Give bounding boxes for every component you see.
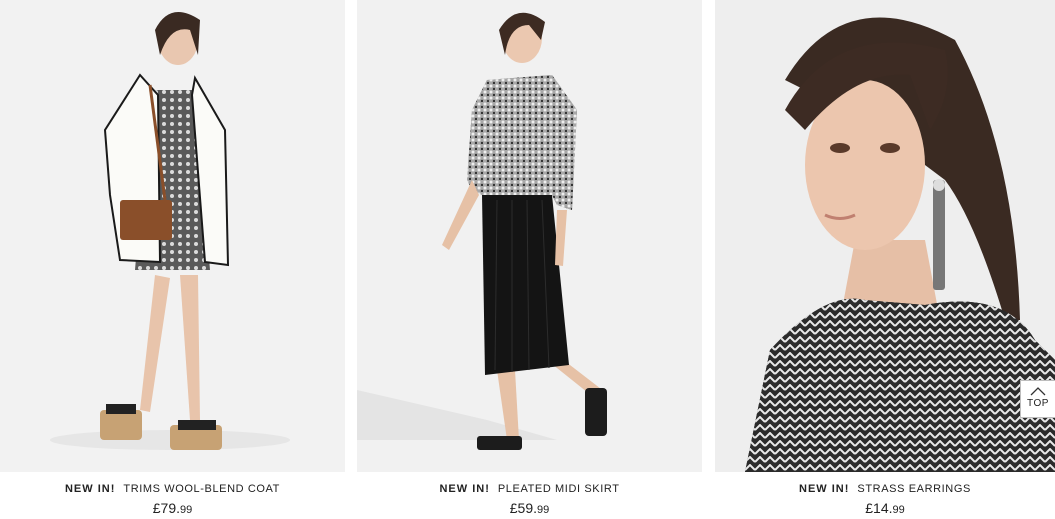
price-main: £59.: [509, 500, 537, 516]
scroll-to-top-button[interactable]: TOP: [1020, 380, 1055, 418]
price-cents: 99: [537, 504, 550, 516]
product-title[interactable]: NEW IN! PLEATED MIDI SKIRT: [357, 483, 702, 496]
price-cents: 99: [892, 504, 905, 516]
product-card[interactable]: NEW IN! STRASS EARRINGS £14.99: [715, 0, 1055, 519]
product-image[interactable]: [357, 0, 702, 472]
product-price: £59.99: [357, 499, 702, 519]
product-card[interactable]: NEW IN! PLEATED MIDI SKIRT £59.99: [357, 0, 702, 519]
new-in-badge: NEW IN!: [439, 483, 490, 495]
product-info: NEW IN! STRASS EARRINGS £14.99: [715, 483, 1055, 519]
product-name[interactable]: PLEATED MIDI SKIRT: [498, 483, 620, 495]
product-name[interactable]: STRASS EARRINGS: [857, 483, 971, 495]
new-in-badge: NEW IN!: [799, 483, 850, 495]
scroll-to-top-label: TOP: [1027, 398, 1049, 409]
product-name[interactable]: TRIMS WOOL-BLEND COAT: [123, 483, 280, 495]
chevron-up-icon: [1030, 387, 1046, 396]
product-image[interactable]: [715, 0, 1055, 472]
product-title[interactable]: NEW IN! TRIMS WOOL-BLEND COAT: [0, 483, 345, 496]
product-info: NEW IN! PLEATED MIDI SKIRT £59.99: [357, 483, 702, 519]
price-main: £79.: [152, 500, 180, 516]
product-card[interactable]: NEW IN! TRIMS WOOL-BLEND COAT £79.99: [0, 0, 345, 519]
product-title[interactable]: NEW IN! STRASS EARRINGS: [715, 483, 1055, 496]
product-price: £14.99: [715, 499, 1055, 519]
product-info: NEW IN! TRIMS WOOL-BLEND COAT £79.99: [0, 483, 345, 519]
new-in-badge: NEW IN!: [64, 483, 116, 495]
product-image[interactable]: [0, 0, 345, 472]
price-main: £14.: [865, 500, 893, 516]
price-cents: 99: [180, 504, 193, 516]
product-price: £79.99: [0, 499, 345, 519]
